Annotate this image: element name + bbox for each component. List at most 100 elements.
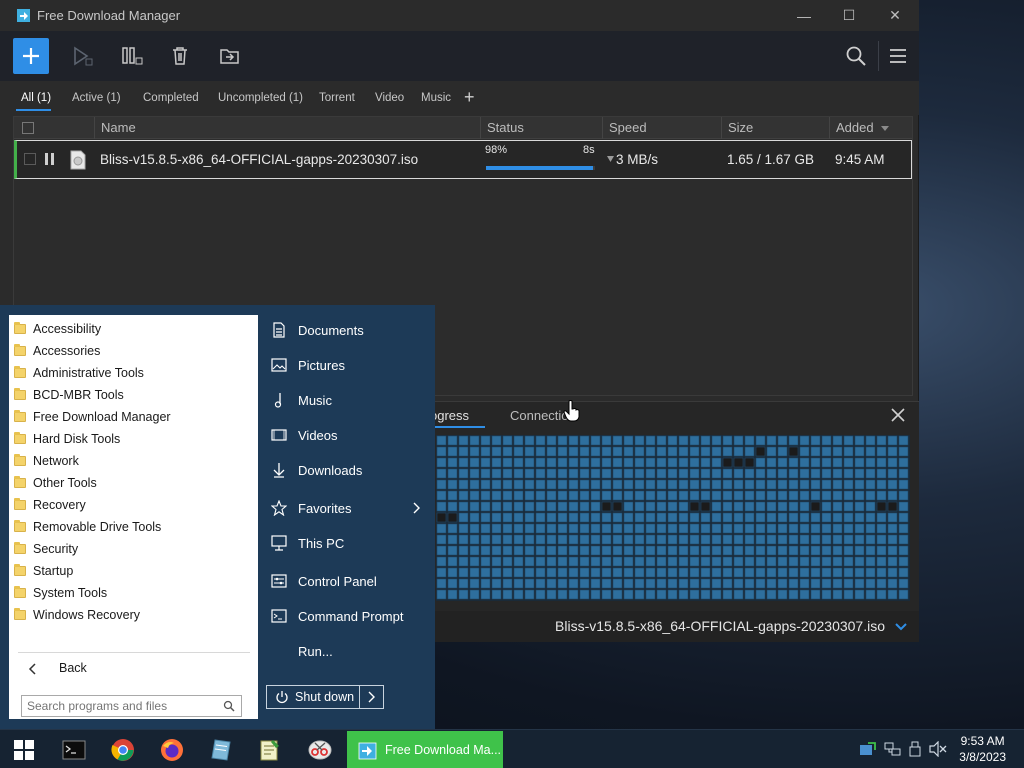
minimize-button[interactable]: — — [781, 0, 827, 31]
piece-cell — [777, 501, 788, 512]
place-control-panel[interactable]: Control Panel — [271, 568, 377, 594]
column-added[interactable]: Added — [829, 117, 912, 139]
program-folder[interactable]: System Tools — [14, 582, 107, 604]
piece-cell — [623, 523, 634, 534]
search-button[interactable] — [838, 39, 874, 73]
start-search-input[interactable] — [22, 696, 212, 716]
tab-torrent[interactable]: Torrent — [319, 92, 355, 104]
place-documents[interactable]: Documents — [271, 317, 364, 343]
program-folder[interactable]: Security — [14, 538, 78, 560]
program-folder[interactable]: Administrative Tools — [14, 362, 144, 384]
taskbar-cmd[interactable] — [51, 730, 97, 768]
place-music[interactable]: Music — [271, 387, 332, 413]
taskbar-editor[interactable] — [247, 730, 293, 768]
taskbar-fdm[interactable]: Free Download Ma... — [347, 731, 503, 768]
piece-cell — [513, 490, 524, 501]
piece-cell — [612, 446, 623, 457]
program-folder[interactable]: Hard Disk Tools — [14, 428, 120, 450]
close-button[interactable]: ✕ — [872, 0, 918, 31]
start-search-field[interactable] — [21, 695, 242, 717]
piece-cell — [568, 545, 579, 556]
column-speed[interactable]: Speed — [602, 117, 721, 139]
piece-cell — [700, 490, 711, 501]
table-row[interactable]: Bliss-v15.8.5-x86_64-OFFICIAL-gapps-2023… — [14, 140, 912, 179]
start-menu: Accessibility Accessories Administrative T… — [0, 305, 435, 729]
piece-cell — [876, 490, 887, 501]
network-icon[interactable] — [884, 742, 901, 757]
piece-cell — [821, 567, 832, 578]
taskbar-notes[interactable] — [198, 730, 244, 768]
place-favorites[interactable]: Favorites — [271, 495, 351, 521]
usb-icon[interactable] — [909, 741, 921, 757]
add-download-button[interactable] — [13, 38, 49, 74]
program-folder[interactable]: Windows Recovery — [14, 604, 140, 626]
back-button[interactable]: Back — [18, 652, 250, 682]
resume-button[interactable] — [64, 39, 100, 73]
program-folder[interactable]: Network — [14, 450, 79, 472]
program-folder[interactable]: Removable Drive Tools — [14, 516, 161, 538]
piece-cell — [766, 512, 777, 523]
shutdown-button[interactable]: Shut down — [267, 686, 360, 708]
tab-connections[interactable]: Connectio — [510, 408, 569, 423]
tab-active[interactable]: Active (1) — [72, 92, 121, 104]
delete-button[interactable] — [162, 39, 198, 73]
program-folder[interactable]: Accessories — [14, 340, 100, 362]
column-size[interactable]: Size — [721, 117, 829, 139]
notepad-icon — [260, 739, 279, 760]
clock[interactable]: 9:53 AM 3/8/2023 — [959, 733, 1006, 765]
piece-cell — [656, 578, 667, 589]
cmd-icon — [271, 609, 287, 623]
piece-cell — [678, 589, 689, 600]
column-name[interactable]: Name — [94, 117, 480, 139]
main-menu-button[interactable] — [880, 39, 916, 73]
tab-progress[interactable]: ogress — [430, 408, 469, 423]
taskbar-firefox[interactable] — [149, 730, 195, 768]
piece-cell — [623, 435, 634, 446]
tab-completed[interactable]: Completed — [143, 92, 199, 104]
place-this-pc[interactable]: This PC — [271, 530, 344, 556]
piece-cell — [788, 501, 799, 512]
piece-cell — [678, 435, 689, 446]
piece-cell — [524, 468, 535, 479]
volume-muted-icon[interactable] — [929, 741, 947, 757]
program-folder[interactable]: BCD-MBR Tools — [14, 384, 124, 406]
piece-cell — [645, 490, 656, 501]
piece-cell — [722, 567, 733, 578]
piece-cell — [733, 545, 744, 556]
network-share-icon[interactable] — [859, 742, 876, 757]
tab-uncompleted[interactable]: Uncompleted (1) — [218, 92, 303, 104]
piece-cell — [480, 446, 491, 457]
chevron-down-icon[interactable] — [895, 623, 907, 631]
tab-video[interactable]: Video — [375, 92, 404, 104]
program-folder[interactable]: Other Tools — [14, 472, 97, 494]
piece-cell — [744, 523, 755, 534]
pause-all-button[interactable] — [114, 39, 150, 73]
pause-icon[interactable] — [44, 152, 56, 166]
add-tab-button[interactable]: + — [464, 87, 475, 108]
piece-cell — [524, 457, 535, 468]
program-folder[interactable]: Startup — [14, 560, 73, 582]
program-folder[interactable]: Accessibility — [14, 318, 101, 340]
close-panel-icon[interactable] — [891, 408, 905, 422]
taskbar-chrome[interactable] — [100, 730, 146, 768]
program-folder[interactable]: Free Download Manager — [14, 406, 171, 428]
piece-cell — [667, 512, 678, 523]
place-run[interactable]: Run... — [271, 638, 333, 664]
place-command-prompt[interactable]: Command Prompt — [271, 603, 403, 629]
row-checkbox[interactable] — [24, 153, 36, 165]
piece-cell — [832, 534, 843, 545]
maximize-button[interactable]: ☐ — [826, 0, 872, 31]
place-downloads[interactable]: Downloads — [271, 457, 362, 483]
taskbar-snipping[interactable] — [297, 730, 343, 768]
shutdown-options-button[interactable] — [360, 686, 383, 708]
tab-all[interactable]: All (1) — [21, 92, 51, 104]
place-videos[interactable]: Videos — [271, 422, 338, 448]
program-folder[interactable]: Recovery — [14, 494, 86, 516]
start-button[interactable] — [0, 730, 48, 768]
taskbar-fdm-label: Free Download Ma... — [385, 742, 502, 757]
select-all-checkbox[interactable] — [22, 122, 34, 134]
tab-music[interactable]: Music — [421, 92, 451, 104]
piece-cell — [854, 523, 865, 534]
place-pictures[interactable]: Pictures — [271, 352, 345, 378]
move-button[interactable] — [212, 39, 248, 73]
